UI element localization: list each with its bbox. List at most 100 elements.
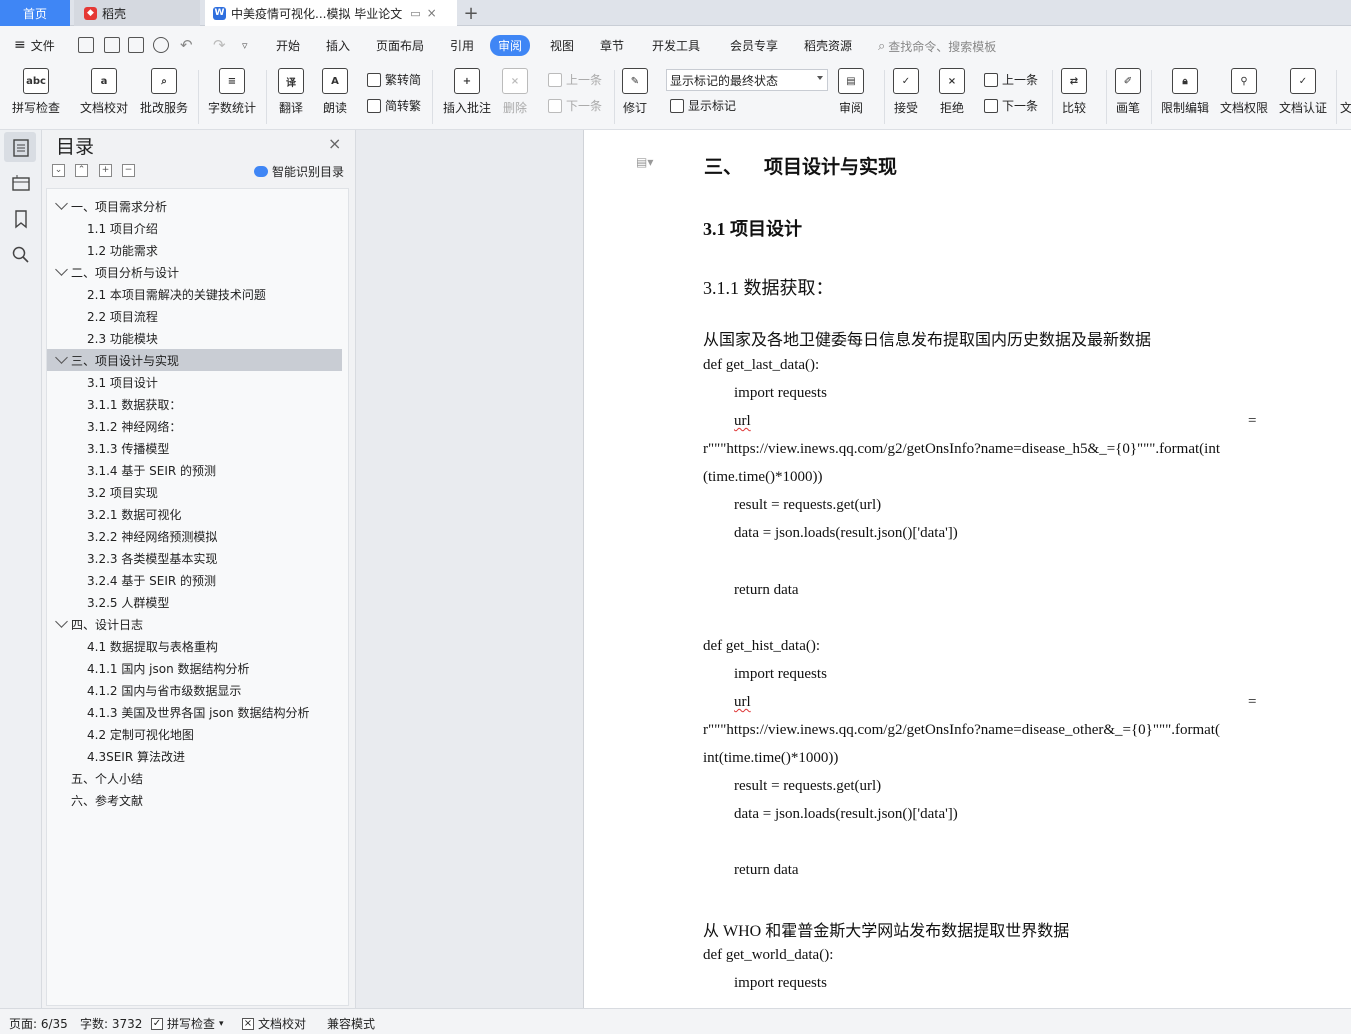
toc-item[interactable]: 4.3SEIR 算法改进 (47, 745, 342, 767)
doc-cert-button[interactable]: ✓ 文档认证 (1279, 68, 1327, 116)
toc-item[interactable]: 3.1.3 传播模型 (47, 437, 342, 459)
toc-item[interactable]: 1.1 项目介绍 (47, 217, 342, 239)
toc-icon[interactable] (11, 138, 31, 158)
toc-item[interactable]: 二、项目分析与设计 (47, 261, 342, 283)
menu-view[interactable]: 视图 (550, 26, 574, 64)
translate-button[interactable]: 译翻译 (278, 68, 304, 116)
compare-button[interactable]: ⇄ 比较 (1061, 68, 1087, 116)
chevron-down-icon[interactable] (55, 615, 68, 628)
word-count-indicator[interactable]: 字数: 3732 (80, 1015, 142, 1032)
collapse-all-icon[interactable]: ⌄ (52, 164, 65, 177)
toc-item[interactable]: 1.2 功能需求 (47, 239, 342, 261)
track-changes-button[interactable]: ✎ 修订 (622, 68, 648, 116)
menu-start[interactable]: 开始 (276, 26, 300, 64)
paragraph-marker-icon[interactable]: ▤▾ (636, 155, 653, 169)
delete-comment-button[interactable]: × 删除 (502, 68, 528, 116)
toc-item[interactable]: 4.2 定制可视化地图 (47, 723, 342, 745)
ribbon-overflow-button[interactable]: 文 (1340, 68, 1351, 116)
accept-button[interactable]: ✓ 接受 (893, 68, 919, 116)
print-preview-icon[interactable] (153, 37, 169, 53)
markup-state-select[interactable]: 显示标记的最终状态 (666, 69, 828, 91)
document-page[interactable]: ▤▾ 三、 项目设计与实现 3.1 项目设计 3.1.1 数据获取： 从国家及各… (583, 130, 1351, 1008)
toc-item[interactable]: 4.1.2 国内与省市级数据显示 (47, 679, 342, 701)
expand-all-icon[interactable]: ⌃ (75, 164, 88, 177)
toc-item[interactable]: 六、参考文献 (47, 789, 342, 811)
batch-service-button[interactable]: ⌕ 批改服务 (140, 68, 188, 116)
menu-review[interactable]: 审阅 (490, 26, 531, 64)
toc-item[interactable]: 3.1.2 神经网络： (47, 415, 342, 437)
section-nav-icon[interactable] (11, 173, 31, 193)
smart-toc-button[interactable]: 智能识别目录 (254, 163, 344, 180)
status-doc-check[interactable]: × 文档校对 (242, 1015, 306, 1032)
toc-item[interactable]: 4.1 数据提取与表格重构 (47, 635, 342, 657)
toc-item[interactable]: 2.1 本项目需解决的关键技术问题 (47, 283, 342, 305)
chevron-down-icon[interactable] (55, 263, 68, 276)
toc-item[interactable]: 三、项目设计与实现 (47, 349, 342, 371)
toc-item[interactable]: 3.1 项目设计 (47, 371, 342, 393)
menu-devtools[interactable]: 开发工具 (652, 26, 700, 64)
status-spell-check[interactable]: ✓ 拼写检查 ▾ (151, 1015, 224, 1032)
show-markup-button[interactable]: 显示标记 (670, 97, 736, 114)
prev-change-button[interactable]: 上一条 (984, 71, 1038, 88)
tab-home[interactable]: 首页 (0, 0, 70, 26)
menu-member[interactable]: 会员专享 (730, 26, 778, 64)
trad-to-simp-button[interactable]: 繁转简 (367, 71, 421, 88)
toc-item[interactable]: 2.2 项目流程 (47, 305, 342, 327)
simp-to-trad-button[interactable]: 简转繁 (367, 97, 421, 114)
page-indicator[interactable]: 页面: 6/35 (9, 1015, 68, 1032)
toc-item[interactable]: 五、个人小结 (47, 767, 342, 789)
chevron-down-icon[interactable] (55, 197, 68, 210)
command-search[interactable]: ⌕ 查找命令、搜索模板 (878, 38, 996, 55)
toc-item[interactable]: 3.2.3 各类模型基本实现 (47, 547, 342, 569)
doc-check-button[interactable]: a 文档校对 (80, 68, 128, 116)
review-pane-button[interactable]: ▤ 审阅 (838, 68, 864, 116)
menu-insert[interactable]: 插入 (326, 26, 350, 64)
reject-button[interactable]: × 拒绝 (939, 68, 965, 116)
close-icon[interactable]: × (328, 134, 341, 153)
chevron-down-icon[interactable] (55, 351, 68, 364)
insert-comment-button[interactable]: + 插入批注 (443, 68, 491, 116)
tab-document[interactable]: W 中美疫情可视化...模拟 毕业论文 ▭ × (205, 0, 457, 26)
toc-item[interactable]: 四、设计日志 (47, 613, 342, 635)
toc-item[interactable]: 3.2.2 神经网络预测模拟 (47, 525, 342, 547)
redo-icon[interactable]: ↷ (213, 26, 226, 64)
restrict-edit-button[interactable]: 🔒︎ 限制编辑 (1161, 68, 1209, 116)
toc-item[interactable]: 3.2.4 基于 SEIR 的预测 (47, 569, 342, 591)
toc-item[interactable]: 4.1.3 美国及世界各国 json 数据结构分析 (47, 701, 342, 723)
print-icon[interactable] (128, 37, 144, 53)
menu-reference[interactable]: 引用 (450, 26, 474, 64)
toc-item[interactable]: 一、项目需求分析 (47, 195, 342, 217)
pen-button[interactable]: ✐ 画笔 (1115, 68, 1141, 116)
bookmark-icon[interactable] (11, 209, 31, 229)
quick-access-more-icon[interactable]: ▿ (242, 26, 248, 64)
spell-check-button[interactable]: abc 拼写检查 (12, 68, 60, 116)
new-tab-icon[interactable]: + (460, 0, 482, 26)
toc-item[interactable]: 3.1.1 数据获取： (47, 393, 342, 415)
toc-item[interactable]: 3.2.1 数据可视化 (47, 503, 342, 525)
prev-comment-button[interactable]: 上一条 (548, 71, 602, 88)
tab-daoke[interactable]: ◆ 稻壳 (74, 0, 200, 26)
next-comment-button[interactable]: 下一条 (548, 97, 602, 114)
menu-chapter[interactable]: 章节 (600, 26, 624, 64)
undo-icon[interactable]: ↶ (180, 26, 193, 64)
menu-file[interactable]: ≡ 文件 (14, 26, 55, 64)
tab-close-icon[interactable]: × (427, 6, 437, 20)
read-aloud-button[interactable]: A 朗读 (322, 68, 348, 116)
doc-permission-button[interactable]: ⚲ 文档权限 (1220, 68, 1268, 116)
next-change-button[interactable]: 下一条 (984, 97, 1038, 114)
toc-item[interactable]: 2.3 功能模块 (47, 327, 342, 349)
next-comment-icon (548, 98, 562, 113)
save-icon[interactable] (78, 37, 94, 53)
toc-item[interactable]: 3.1.4 基于 SEIR 的预测 (47, 459, 342, 481)
add-level-icon[interactable]: + (99, 164, 112, 177)
toc-item[interactable]: 4.1.1 国内 json 数据结构分析 (47, 657, 342, 679)
tab-window-icon[interactable]: ▭ (410, 7, 420, 20)
remove-level-icon[interactable]: − (122, 164, 135, 177)
export-pdf-icon[interactable] (104, 37, 120, 53)
search-icon[interactable] (11, 245, 31, 265)
toc-item[interactable]: 3.2.5 人群模型 (47, 591, 342, 613)
menu-daoke-resources[interactable]: 稻壳资源 (804, 26, 852, 64)
toc-item[interactable]: 3.2 项目实现 (47, 481, 342, 503)
menu-layout[interactable]: 页面布局 (376, 26, 424, 64)
word-count-button[interactable]: ≡ 字数统计 (208, 68, 256, 116)
